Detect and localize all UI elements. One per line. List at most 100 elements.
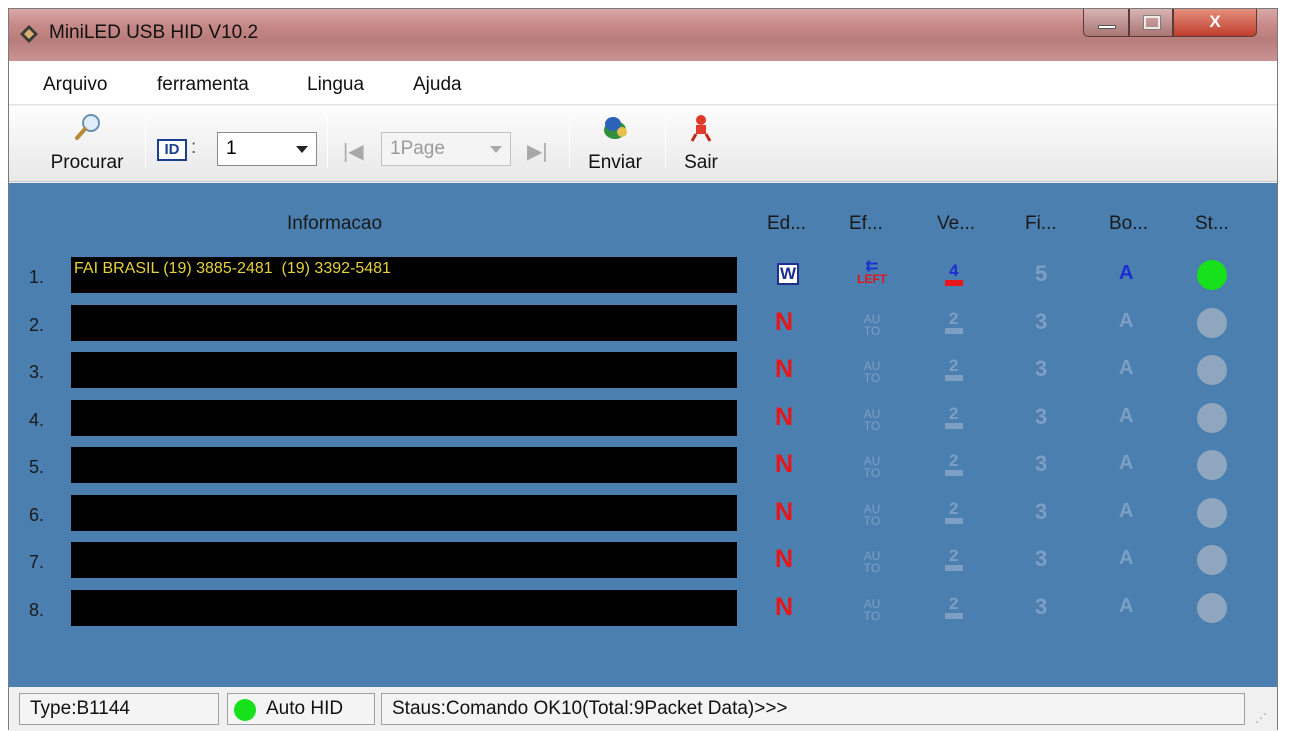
new-edit-icon[interactable]: N (775, 403, 793, 432)
effect-left-icon[interactable]: ⇇ LEFT (855, 259, 889, 286)
status-indicator-icon[interactable] (1197, 355, 1227, 385)
table-row[interactable]: 5. N AUTO 2 3 A (9, 445, 1277, 485)
speed-icon[interactable]: 2 (943, 404, 965, 432)
menu-ajuda[interactable]: Ajuda (413, 74, 462, 96)
fix-time-icon[interactable]: 3 (1035, 451, 1047, 477)
led-preview[interactable] (71, 495, 737, 531)
menu-lingua[interactable]: Lingua (307, 74, 364, 96)
table-row[interactable]: 8. N AUTO 2 3 A (9, 588, 1277, 628)
table-row[interactable]: 1. FAI BRASIL (19) 3885-2481 (19) 3392-54… (9, 255, 1277, 295)
table-row[interactable]: 2. N AUTO 2 3 A (9, 303, 1277, 343)
status-indicator-icon[interactable] (1197, 308, 1227, 338)
new-edit-icon[interactable]: N (775, 498, 793, 527)
effect-auto-icon[interactable]: AUTO (855, 451, 889, 479)
border-icon[interactable]: A (1119, 405, 1133, 428)
status-indicator-icon[interactable] (1197, 403, 1227, 433)
border-icon[interactable]: A (1119, 452, 1133, 475)
fix-time-icon[interactable]: 5 (1035, 261, 1047, 287)
menu-ferramenta[interactable]: ferramenta (157, 74, 249, 96)
status-indicator-icon[interactable] (1197, 260, 1227, 290)
page-select[interactable]: 1Page (381, 132, 511, 166)
speed-icon[interactable]: 2 (943, 309, 965, 337)
header-speed[interactable]: Ve... (937, 213, 975, 235)
speed-icon[interactable]: 2 (943, 356, 965, 384)
header-informacao[interactable]: Informacao (287, 213, 382, 235)
fix-time-icon[interactable]: 3 (1035, 546, 1047, 572)
new-edit-icon[interactable]: N (775, 545, 793, 574)
border-icon[interactable]: A (1119, 595, 1133, 618)
speed-value: 2 (949, 309, 959, 328)
new-edit-icon[interactable]: N (775, 450, 793, 479)
header-edit[interactable]: Ed... (767, 213, 806, 235)
effect-auto-icon[interactable]: AUTO (855, 546, 889, 574)
led-preview[interactable] (71, 590, 737, 626)
menu-arquivo[interactable]: Arquivo (43, 74, 107, 96)
border-icon[interactable]: A (1119, 310, 1133, 333)
speed-bar (945, 375, 963, 381)
fix-time-icon[interactable]: 3 (1035, 594, 1047, 620)
speed-icon[interactable]: 2 (943, 451, 965, 479)
exit-button[interactable]: Sair (673, 108, 729, 180)
led-preview[interactable] (71, 447, 737, 483)
status-message: Staus:Comando OK10(Total:9Packet Data)>>… (381, 693, 1245, 725)
speed-bar (945, 518, 963, 524)
speed-value: 2 (949, 356, 959, 375)
search-button[interactable]: Procurar (37, 108, 137, 180)
connection-status-icon (234, 699, 256, 721)
led-preview[interactable] (71, 352, 737, 388)
first-page-icon[interactable]: |◀ (343, 139, 364, 164)
table-row[interactable]: 7. N AUTO 2 3 A (9, 540, 1277, 580)
id-select[interactable]: 1 (217, 132, 317, 166)
led-preview[interactable] (71, 542, 737, 578)
effect-auto-icon[interactable]: AUTO (855, 594, 889, 622)
speed-bar (945, 328, 963, 334)
table-row[interactable]: 4. N AUTO 2 3 A (9, 398, 1277, 438)
speed-icon[interactable]: 2 (943, 546, 965, 574)
status-indicator-icon[interactable] (1197, 498, 1227, 528)
effect-auto-icon[interactable]: AUTO (855, 309, 889, 337)
title-bar[interactable]: MiniLED USB HID V10.2 X (9, 9, 1277, 61)
led-preview[interactable] (71, 400, 737, 436)
maximize-button[interactable] (1129, 9, 1173, 37)
header-fix[interactable]: Fi... (1025, 213, 1057, 235)
row-number: 3. (29, 362, 45, 382)
border-icon[interactable]: A (1119, 357, 1133, 380)
header-border[interactable]: Bo... (1109, 213, 1148, 235)
effect-auto-icon[interactable]: AUTO (855, 499, 889, 527)
speed-icon[interactable]: 4 (943, 261, 965, 289)
led-preview[interactable] (71, 305, 737, 341)
status-indicator-icon[interactable] (1197, 450, 1227, 480)
border-icon[interactable]: A (1119, 262, 1133, 285)
last-page-icon[interactable]: ▶| (527, 139, 548, 164)
close-button[interactable]: X (1173, 9, 1257, 37)
speed-icon[interactable]: 2 (943, 594, 965, 622)
table-row[interactable]: 3. N AUTO 2 3 A (9, 350, 1277, 390)
word-edit-icon[interactable]: W (777, 263, 799, 285)
table-row[interactable]: 6. N AUTO 2 3 A (9, 493, 1277, 533)
status-indicator-icon[interactable] (1197, 545, 1227, 575)
app-window: MiniLED USB HID V10.2 X Arquivo ferramen… (8, 8, 1278, 731)
fix-time-icon[interactable]: 3 (1035, 499, 1047, 525)
speed-bar (945, 470, 963, 476)
border-icon[interactable]: A (1119, 547, 1133, 570)
new-edit-icon[interactable]: N (775, 593, 793, 622)
new-edit-icon[interactable]: N (775, 355, 793, 384)
new-edit-icon[interactable]: N (775, 308, 793, 337)
speed-icon[interactable]: 2 (943, 499, 965, 527)
effect-label: AUTO (863, 502, 881, 528)
header-status[interactable]: St... (1195, 213, 1229, 235)
resize-grip-icon[interactable]: ⋰ (1255, 711, 1267, 725)
minimize-button[interactable] (1083, 9, 1129, 37)
send-button[interactable]: Enviar (575, 108, 655, 180)
header-effect[interactable]: Ef... (849, 213, 883, 235)
fix-time-icon[interactable]: 3 (1035, 404, 1047, 430)
fix-time-icon[interactable]: 3 (1035, 356, 1047, 382)
status-indicator-icon[interactable] (1197, 593, 1227, 623)
id-colon: : (191, 137, 197, 158)
toolbar-separator (569, 116, 570, 168)
border-icon[interactable]: A (1119, 500, 1133, 523)
effect-auto-icon[interactable]: AUTO (855, 356, 889, 384)
fix-time-icon[interactable]: 3 (1035, 309, 1047, 335)
effect-auto-icon[interactable]: AUTO (855, 404, 889, 432)
led-preview[interactable]: FAI BRASIL (19) 3885-2481 (19) 3392-5481 (71, 257, 737, 293)
